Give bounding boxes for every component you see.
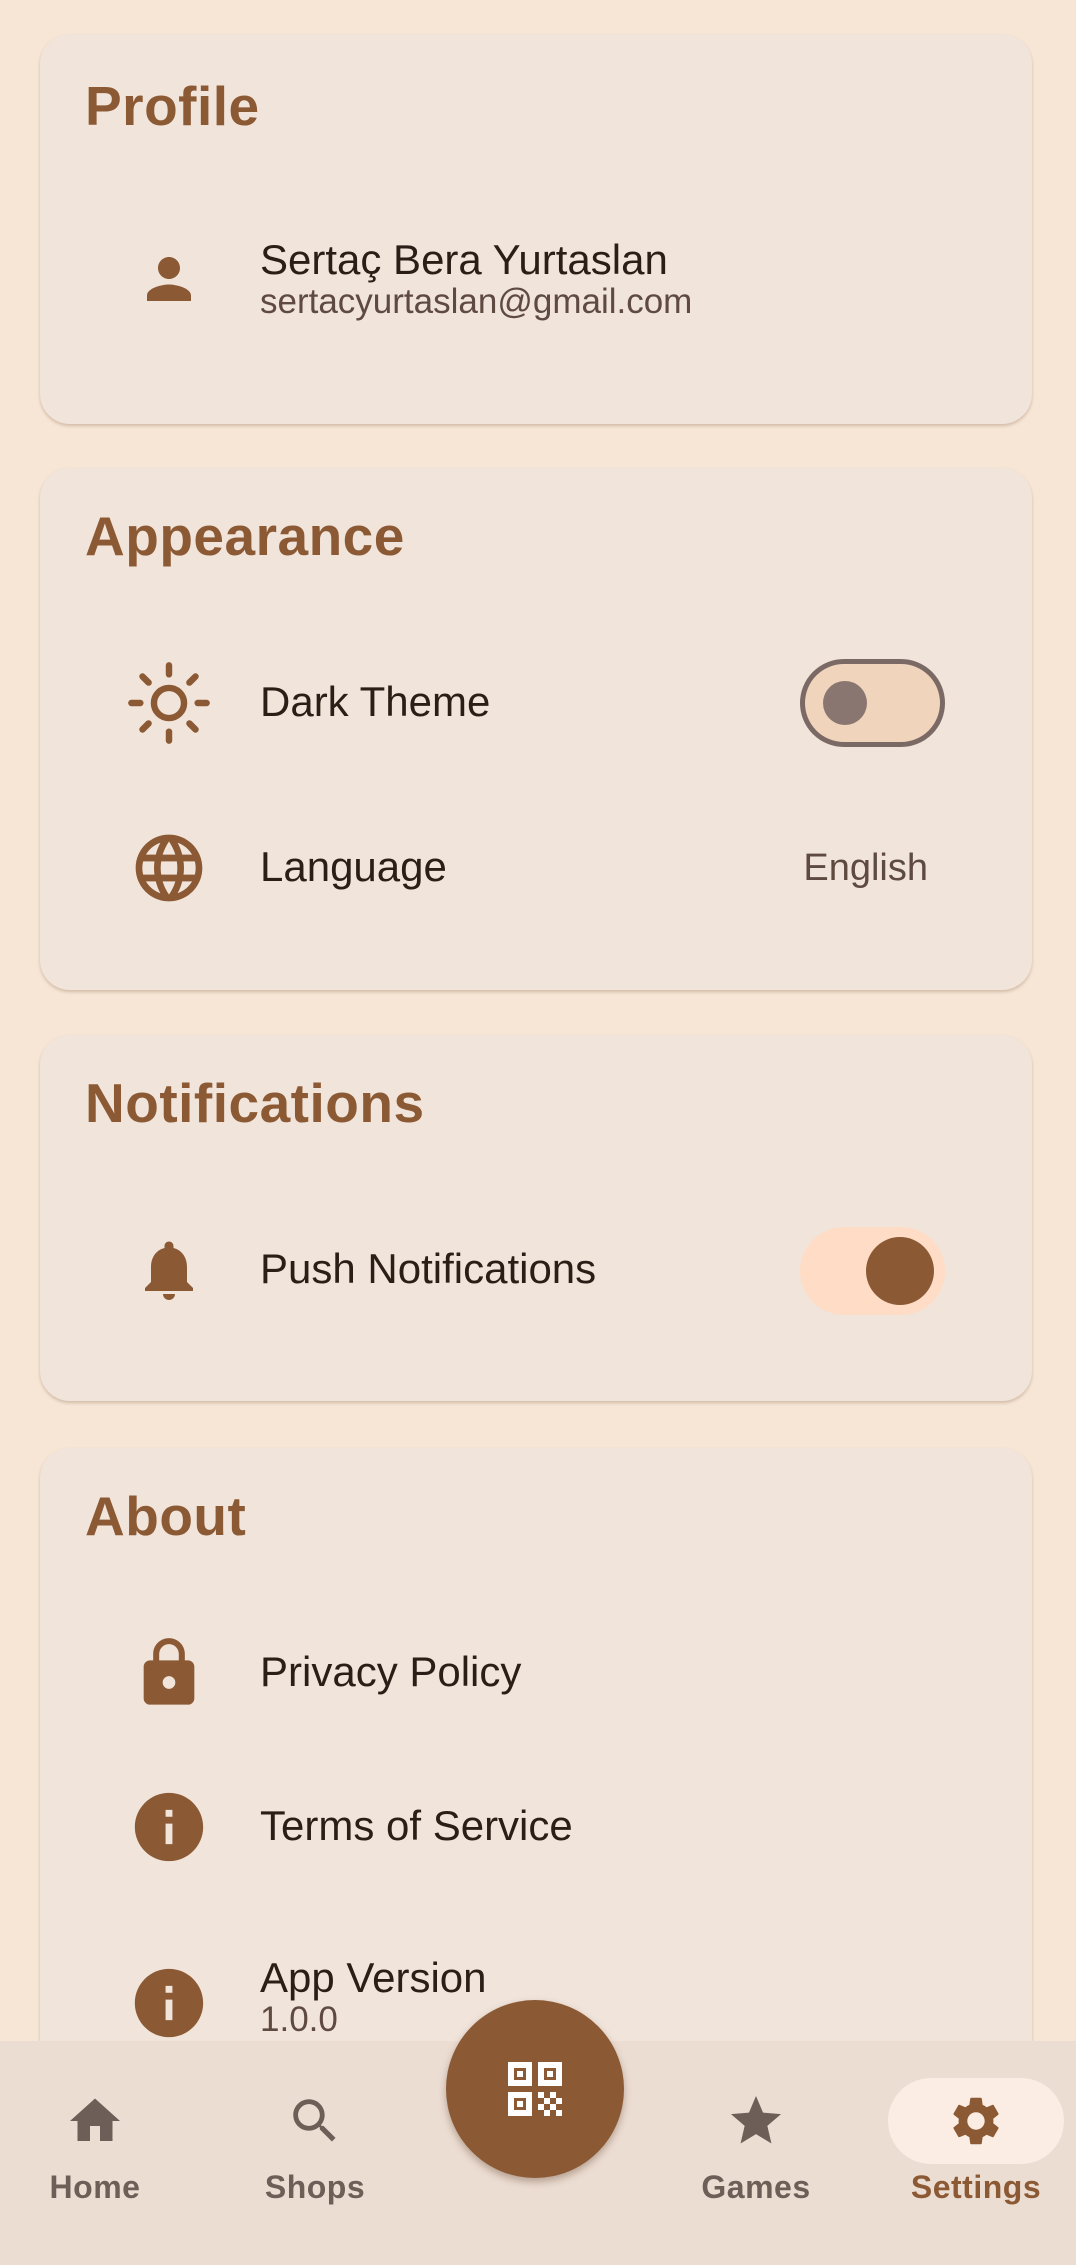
nav-label-shops: Shops xyxy=(264,2169,366,2205)
dark-theme-label: Dark Theme xyxy=(260,678,491,725)
qr-code-icon xyxy=(508,2062,562,2116)
push-notifications-row[interactable]: Push Notifications xyxy=(40,1215,1032,1325)
push-notifications-label: Push Notifications xyxy=(260,1245,597,1292)
switch-thumb xyxy=(823,681,867,725)
profile-card: Profile Sertaç Bera Yurtaslan sertacyurt… xyxy=(40,34,1032,424)
notifications-card: Notifications Push Notifications xyxy=(40,1035,1032,1401)
globe-icon xyxy=(126,825,212,911)
dark-theme-switch[interactable] xyxy=(800,659,945,747)
app-version-value: 1.0.0 xyxy=(260,2000,338,2039)
info-icon xyxy=(126,1960,212,2046)
lock-icon xyxy=(126,1630,212,1716)
qr-scan-button[interactable] xyxy=(446,2000,624,2178)
privacy-policy-label: Privacy Policy xyxy=(260,1648,522,1695)
appearance-title: Appearance xyxy=(85,505,405,567)
terms-of-service-label: Terms of Service xyxy=(260,1802,573,1849)
dark-theme-row[interactable]: Dark Theme xyxy=(40,648,1032,758)
profile-title: Profile xyxy=(85,75,260,137)
language-value: English xyxy=(803,847,928,889)
nav-item-settings[interactable]: Settings xyxy=(876,2041,1076,2265)
language-row[interactable]: Language English xyxy=(40,813,1032,923)
appearance-card: Appearance Dark Theme Language English xyxy=(40,468,1032,990)
language-label: Language xyxy=(260,843,447,890)
privacy-policy-row[interactable]: Privacy Policy xyxy=(40,1618,1032,1728)
person-icon xyxy=(126,236,212,322)
star-icon xyxy=(726,2091,786,2151)
app-version-label: App Version xyxy=(260,1954,487,2001)
gear-icon xyxy=(946,2091,1006,2151)
profile-email: sertacyurtaslan@gmail.com xyxy=(260,282,693,321)
nav-item-shops[interactable]: Shops xyxy=(215,2041,415,2265)
terms-of-service-row[interactable]: Terms of Service xyxy=(40,1772,1032,1882)
push-notifications-switch[interactable] xyxy=(800,1227,945,1315)
profile-name: Sertaç Bera Yurtaslan xyxy=(260,236,668,283)
profile-row[interactable]: Sertaç Bera Yurtaslan sertacyurtaslan@gm… xyxy=(40,224,1032,334)
bell-icon xyxy=(126,1227,212,1313)
nav-item-games[interactable]: Games xyxy=(656,2041,856,2265)
about-title: About xyxy=(85,1485,247,1547)
home-icon xyxy=(65,2091,125,2151)
nav-item-home[interactable]: Home xyxy=(0,2041,195,2265)
sun-icon xyxy=(126,660,212,746)
search-icon xyxy=(285,2091,345,2151)
info-icon xyxy=(126,1784,212,1870)
nav-label-games: Games xyxy=(701,2169,811,2205)
settings-screen: Profile Sertaç Bera Yurtaslan sertacyurt… xyxy=(0,0,1076,2265)
nav-label-settings: Settings xyxy=(910,2169,1042,2205)
nav-label-home: Home xyxy=(49,2169,141,2205)
switch-thumb xyxy=(866,1237,934,1305)
notifications-title: Notifications xyxy=(85,1072,425,1134)
